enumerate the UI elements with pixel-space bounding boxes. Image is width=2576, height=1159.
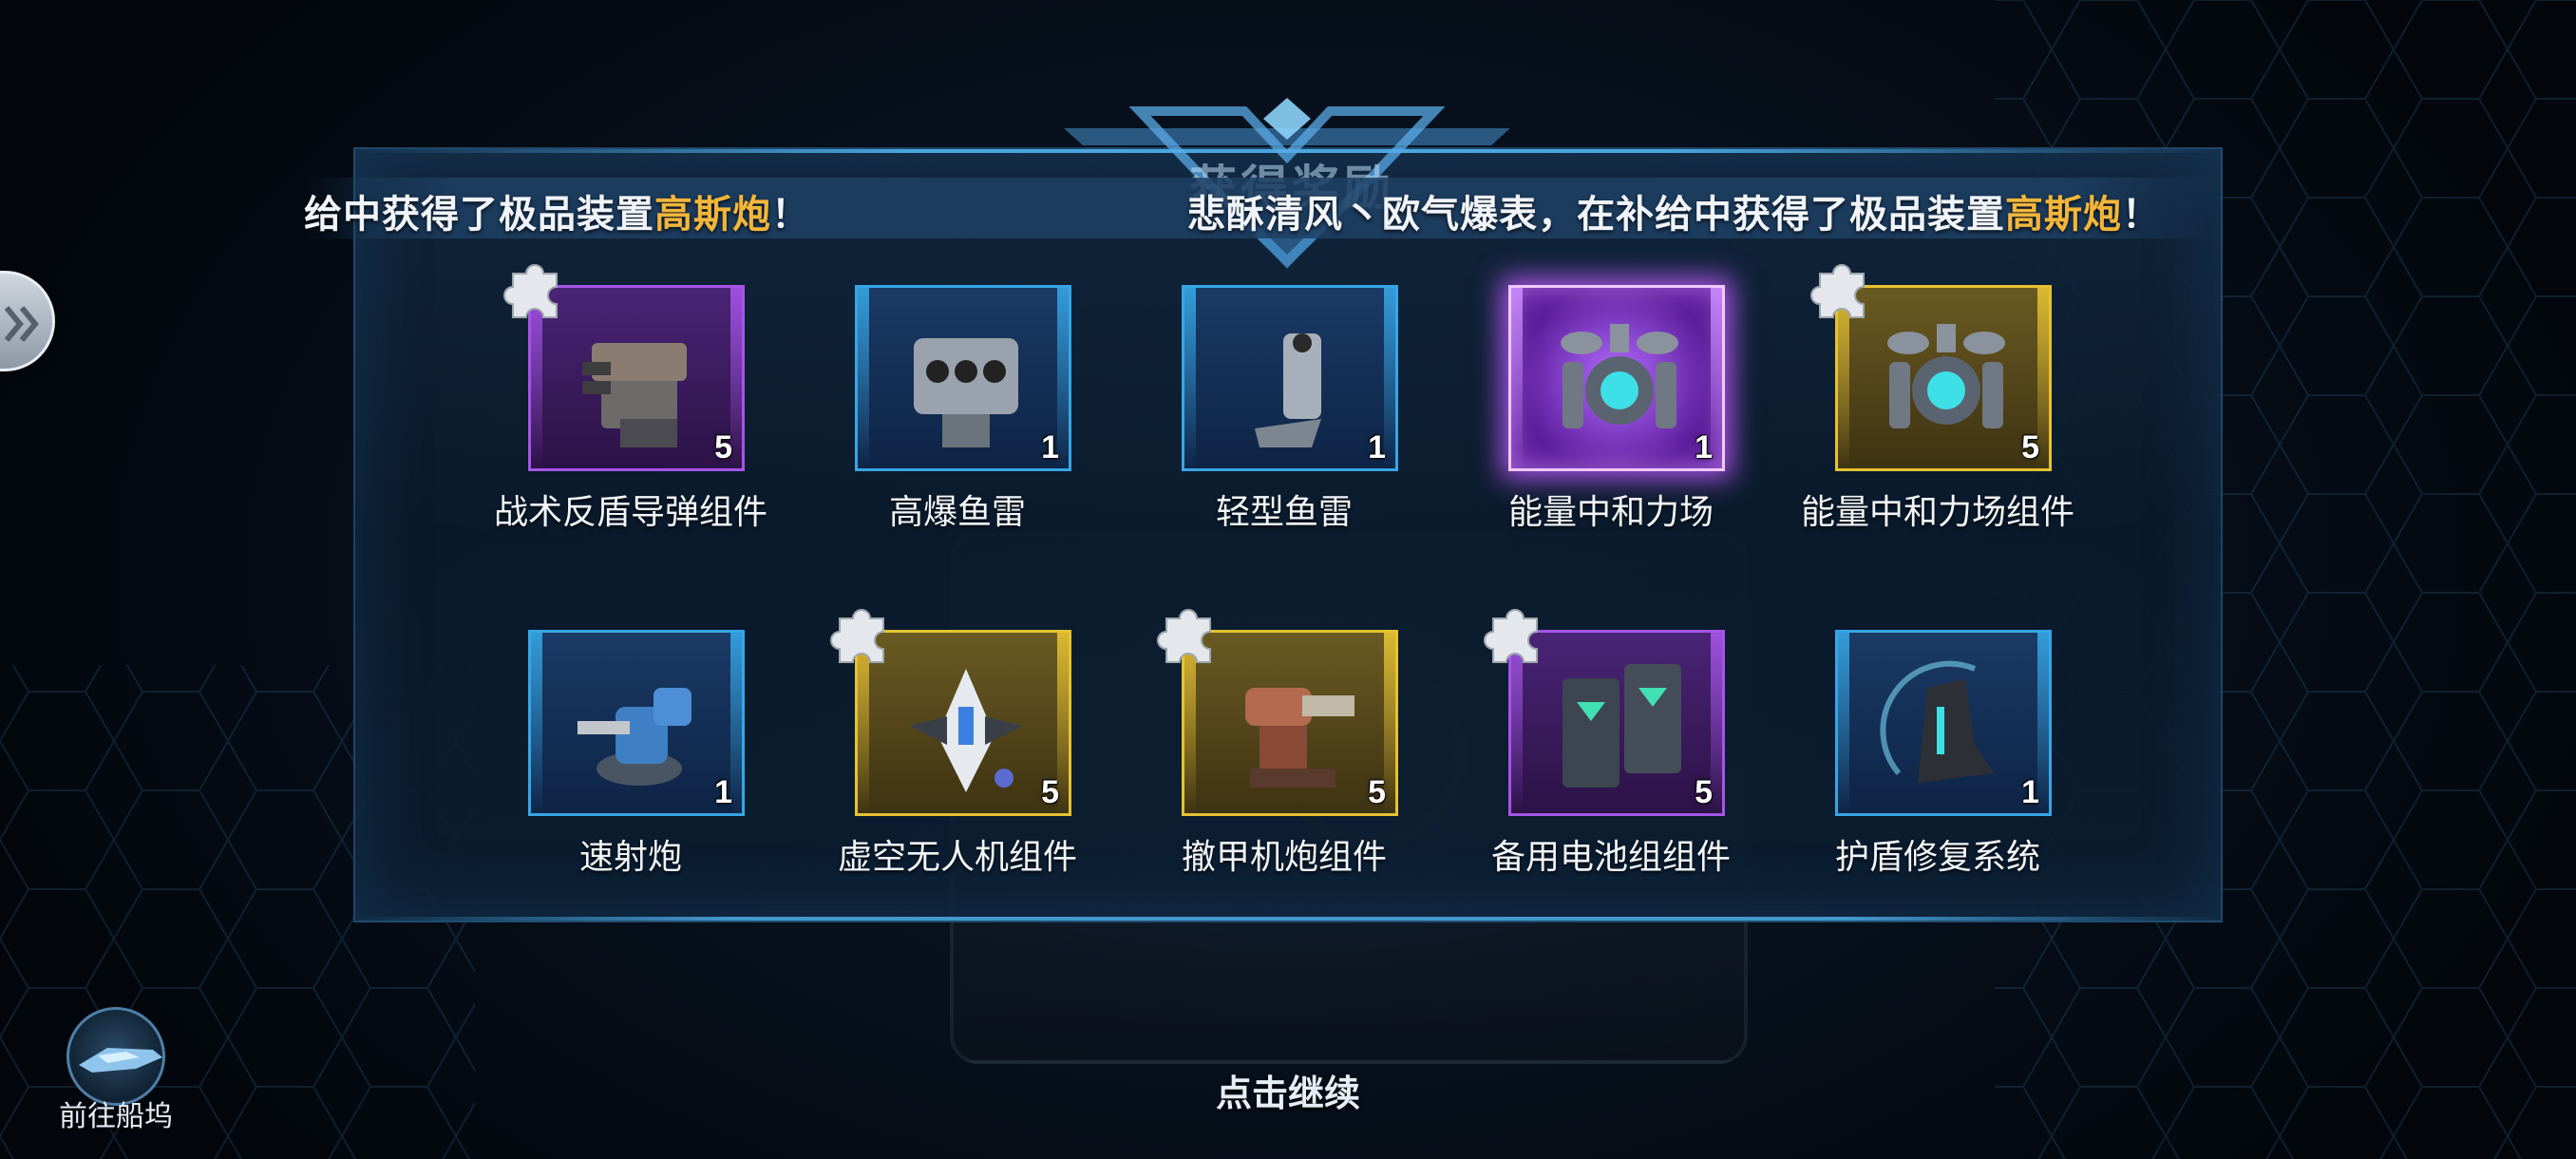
broadcast-text: ！ — [771, 194, 810, 236]
item-quantity: 1 — [1041, 429, 1059, 466]
item-quantity: 5 — [1695, 774, 1713, 810]
tap-to-continue[interactable]: 点击继续 — [1193, 1064, 1383, 1116]
item-quantity: 5 — [1041, 774, 1059, 810]
reward-item[interactable]: 1 能量中和力场 — [1487, 285, 1734, 570]
fragment-puzzle-icon — [1807, 253, 1879, 325]
go-to-dock-button[interactable]: 前往船坞 — [49, 1007, 182, 1140]
shield-repair-icon — [1870, 650, 2022, 802]
energy-field-generator-icon — [1544, 305, 1695, 457]
item-name: 高爆鱼雷 — [888, 492, 1026, 531]
broadcast-text: ！ — [2122, 194, 2161, 236]
broadcast-message: 悲酥清风丶欧气爆表，在补给中获得了极品装置高斯炮！ — [1187, 183, 2161, 238]
fragment-puzzle-icon — [1153, 598, 1225, 670]
highlight-item-name: 高斯炮 — [654, 194, 771, 236]
autocannon-icon — [1217, 650, 1369, 802]
energy-field-generator-icon — [1870, 305, 2022, 457]
broadcast-message: 给中获得了极品装置高斯炮！ — [304, 183, 810, 238]
item-frame: 1 — [1835, 630, 2052, 816]
item-name: 备用电池组组件 — [1490, 837, 1731, 876]
reward-item[interactable]: 5 能量中和力场组件 — [1801, 264, 2074, 570]
item-quantity: 5 — [1368, 774, 1386, 810]
item-name: 能量中和力场 — [1507, 492, 1714, 531]
fragment-puzzle-icon — [1480, 598, 1552, 670]
missile-turret-icon — [563, 305, 715, 457]
item-quantity: 1 — [714, 774, 732, 810]
double-chevron-right-icon — [4, 306, 39, 342]
battery-pack-icon — [1544, 650, 1695, 802]
rapid-cannon-icon — [563, 650, 715, 802]
reward-item[interactable]: 5 战术反盾导弹组件 — [494, 264, 767, 570]
expand-side-panel-button[interactable] — [0, 271, 55, 371]
item-quantity: 5 — [714, 429, 732, 466]
item-name: 护盾修复系统 — [1834, 837, 2040, 876]
highlight-item-name: 高斯炮 — [2005, 194, 2122, 236]
reward-item[interactable]: 5 撤甲机炮组件 — [1157, 609, 1408, 915]
item-quantity: 5 — [2021, 429, 2039, 466]
item-name: 能量中和力场组件 — [1800, 492, 2074, 531]
reward-item[interactable]: 1 轻型鱼雷 — [1161, 285, 1408, 570]
item-name: 撤甲机炮组件 — [1181, 837, 1387, 876]
item-frame: 1 — [528, 630, 745, 816]
item-name: 轻型鱼雷 — [1215, 492, 1353, 531]
reward-item[interactable]: 1 护盾修复系统 — [1814, 630, 2061, 915]
fragment-puzzle-icon — [500, 253, 572, 325]
torpedo-launcher-icon — [890, 305, 1042, 457]
item-frame: 1 — [855, 285, 1071, 471]
dock-label: 前往船坞 — [59, 1101, 173, 1132]
ship-icon — [66, 1007, 165, 1106]
reward-item[interactable]: 5 备用电池组组件 — [1484, 609, 1734, 915]
broadcast-marquee: 给中获得了极品装置高斯炮！ 悲酥清风丶欧气爆表，在补给中获得了极品装置高斯炮！ — [304, 178, 2223, 238]
reward-item[interactable]: 1 高爆鱼雷 — [834, 285, 1081, 570]
item-frame: 1 — [1182, 285, 1398, 471]
light-torpedo-icon — [1217, 305, 1369, 457]
drone-icon — [890, 650, 1042, 802]
broadcast-text: 悲酥清风丶欧气爆表，在补给中获得了极品装置 — [1187, 194, 2005, 236]
broadcast-text: 给中获得了极品装置 — [304, 194, 654, 236]
reward-item[interactable]: 5 虚空无人机组件 — [830, 609, 1081, 915]
reward-screen[interactable]: 获得奖励 给中获得了极品装置高斯炮！ 悲酥清风丶欧气爆表，在补给中获得了极品装置… — [0, 0, 2576, 1159]
item-quantity: 1 — [1695, 429, 1713, 466]
item-name: 速射炮 — [578, 837, 682, 876]
item-quantity: 1 — [1368, 429, 1386, 466]
item-name: 虚空无人机组件 — [837, 837, 1077, 876]
item-quantity: 1 — [2021, 774, 2039, 810]
reward-item[interactable]: 1 速射炮 — [507, 630, 754, 915]
item-name: 战术反盾导弹组件 — [493, 492, 767, 531]
fragment-puzzle-icon — [826, 598, 899, 670]
item-frame: 1 — [1508, 285, 1725, 471]
